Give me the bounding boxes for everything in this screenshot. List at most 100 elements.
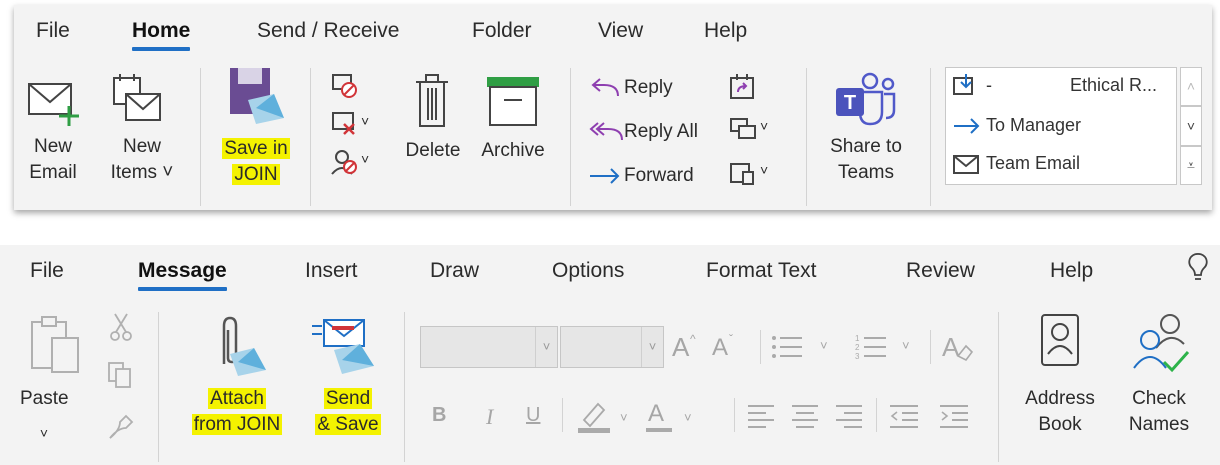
gallery-more-button[interactable]: ⩡ [1180,146,1202,185]
more-respond-icon[interactable] [728,158,758,188]
send-and-save-icon [312,319,374,374]
tab-insert[interactable]: Insert [305,259,358,283]
im-icon[interactable] [728,114,758,144]
clean-up-dropdown-icon[interactable]: ˅ [361,113,369,129]
tab-help[interactable]: Help [704,19,747,43]
clean-up-icon[interactable] [330,110,360,138]
send-and-save-button[interactable]: Send & Save [300,310,396,460]
group-divider [310,68,311,206]
tab-draw[interactable]: Draw [430,259,479,283]
forward-icon [590,168,620,184]
quick-step-ethical[interactable]: - Ethical R... [946,70,1176,104]
group-divider [998,312,999,462]
group-divider [200,68,201,206]
paste-label: Paste [20,388,69,409]
tab-home[interactable]: Home [132,19,191,51]
font-color-swatch [646,428,672,432]
tab-folder[interactable]: Folder [472,19,532,43]
quick-step-ethical-label: - [986,75,992,95]
archive-icon [487,77,539,126]
quick-step-to-manager[interactable]: To Manager [946,110,1176,144]
underline-button[interactable]: U [526,404,540,427]
check-names-icon [1133,314,1190,373]
share-to-teams-button[interactable]: T Share to Teams [816,70,916,200]
bold-button[interactable]: B [432,404,446,427]
group-divider [930,330,931,364]
reply-all-label: Reply All [624,121,698,142]
ignore-icon[interactable] [330,72,360,100]
group-divider [734,398,735,432]
new-items-button[interactable]: New Items ˅ [104,70,182,200]
grow-font-button[interactable]: A [672,332,689,363]
junk-icon[interactable] [330,148,360,176]
gallery-scroll-down[interactable]: ˅ [1180,106,1202,146]
tab-file[interactable]: File [30,259,64,283]
tab-help[interactable]: Help [1050,259,1093,283]
decrease-indent-icon[interactable] [888,402,920,430]
delete-button[interactable]: Delete [398,70,468,200]
increase-indent-icon[interactable] [938,402,970,430]
reply-all-button[interactable]: Reply All [586,116,716,150]
forward-button[interactable]: Forward [586,160,712,194]
im-dropdown-icon[interactable]: ˅ [760,118,768,134]
bullets-dropdown-icon[interactable]: ˅ [820,338,828,353]
meeting-icon[interactable] [728,72,758,102]
save-in-join-button[interactable]: Save in JOIN [208,66,304,204]
clear-formatting-icon[interactable]: A [940,330,974,364]
check-names-button[interactable]: Check Names [1114,310,1210,460]
shrink-font-button[interactable]: A [712,334,728,362]
numbering-dropdown-icon[interactable]: ˅ [902,338,910,353]
group-divider [158,312,159,462]
archive-label: Archive [481,140,545,161]
bullets-icon[interactable] [770,332,804,362]
move-to-folder-icon [953,74,973,95]
quick-step-team-email[interactable]: Team Email [946,148,1176,182]
highlighter-dropdown-icon[interactable]: ˅ [620,410,628,425]
ribbon-tab-bar: File Home Send / Receive Folder View Hel… [14,5,1212,65]
tab-options[interactable]: Options [552,259,624,283]
align-left-icon[interactable] [746,402,776,430]
address-book-label: Address Book [1025,388,1095,435]
paste-button[interactable]: Paste ˅ [20,310,96,460]
group-divider [806,68,807,206]
font-name-combo[interactable]: ˅ [420,326,558,368]
cut-icon[interactable] [108,312,134,342]
junk-dropdown-icon[interactable]: ˅ [361,151,369,167]
tab-message[interactable]: Message [138,259,227,291]
highlighter-icon[interactable] [576,398,612,434]
align-right-icon[interactable] [834,402,864,430]
svg-text:3: 3 [855,352,860,361]
tab-send-receive[interactable]: Send / Receive [257,19,399,43]
tab-file[interactable]: File [36,19,70,43]
italic-button[interactable]: I [486,404,493,430]
tab-view[interactable]: View [598,19,643,43]
group-divider [760,330,761,364]
numbering-icon[interactable]: 1 2 3 [854,332,888,362]
tab-format-text[interactable]: Format Text [706,259,816,283]
svg-text:T: T [844,92,856,114]
new-email-button[interactable]: New Email [22,70,92,200]
new-items-label: New Items ˅ [110,136,174,183]
shrink-font-caret: ˇ [729,332,733,346]
format-painter-icon[interactable] [106,412,136,442]
align-center-icon[interactable] [790,402,820,430]
svg-text:1: 1 [855,334,860,343]
send-and-save-label: Send & Save [315,388,381,435]
archive-button[interactable]: Archive [472,70,554,200]
more-respond-dropdown-icon[interactable]: ˅ [760,162,768,178]
trash-icon [416,74,448,127]
font-color-dropdown-icon[interactable]: ˅ [684,410,692,425]
font-size-combo[interactable]: ˅ [560,326,664,368]
font-color-button[interactable]: A [648,400,664,428]
copy-icon[interactable] [106,360,134,390]
attach-from-join-button[interactable]: Attach from JOIN [176,310,300,460]
tab-review[interactable]: Review [906,259,975,283]
forward-label: Forward [624,165,694,186]
group-divider [876,398,877,432]
gallery-scroll-up[interactable]: ˄ [1180,67,1202,106]
new-email-label: New Email [29,136,77,183]
group-divider [570,68,571,206]
address-book-button[interactable]: Address Book [1012,310,1108,460]
reply-button[interactable]: Reply [586,72,696,106]
lightbulb-icon[interactable] [1186,251,1210,285]
